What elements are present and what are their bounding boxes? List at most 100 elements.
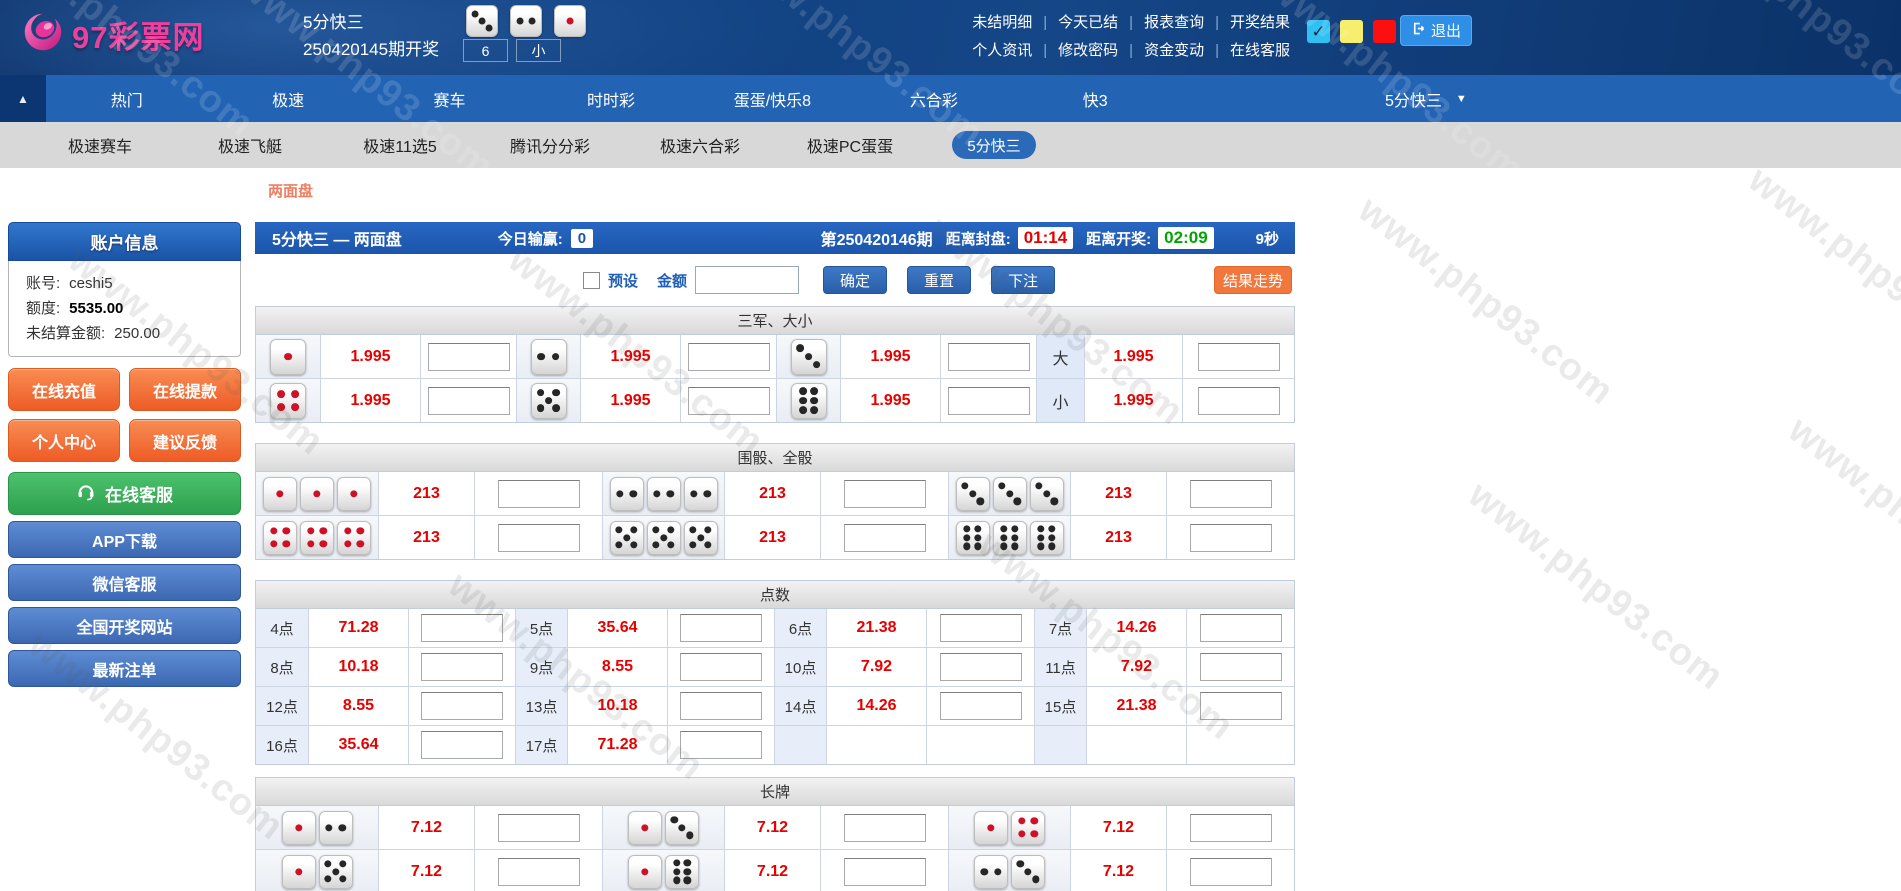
top-menu-link[interactable]: 个人资讯 (972, 42, 1032, 59)
bet-amount-input[interactable] (948, 387, 1030, 415)
bet-option[interactable]: 7点 (1034, 609, 1086, 647)
bet-amount-input[interactable] (688, 343, 770, 371)
bet-option[interactable] (516, 379, 580, 422)
nav-item[interactable]: 赛车 (369, 75, 530, 122)
site-logo[interactable]: 97彩票网 (20, 9, 204, 60)
bet-amount-input[interactable] (844, 858, 926, 886)
bet-option[interactable]: 4点 (256, 609, 308, 647)
bet-option[interactable]: 13点 (515, 687, 567, 725)
bet-amount-input[interactable] (1200, 692, 1282, 720)
bet-amount-input[interactable] (680, 653, 762, 681)
bet-option[interactable]: 10点 (774, 648, 826, 686)
sidebar-button[interactable]: 个人中心 (8, 419, 120, 462)
top-menu-link[interactable]: 报表查询 (1144, 14, 1204, 31)
nav-item[interactable]: 六合彩 (853, 75, 1014, 122)
bet-option[interactable] (602, 516, 724, 559)
bet-option[interactable] (256, 472, 378, 515)
bet-option[interactable]: 17点 (515, 726, 567, 764)
subnav-item[interactable]: 极速11选5 (325, 133, 475, 157)
subnav-item[interactable]: 腾讯分分彩 (475, 133, 625, 157)
bet-option[interactable]: 15点 (1034, 687, 1086, 725)
bet-option[interactable] (256, 379, 320, 422)
sidebar-button[interactable]: 在线提款 (129, 368, 241, 411)
bet-amount-input[interactable] (680, 614, 762, 642)
subnav-item[interactable]: 极速PC蛋蛋 (775, 133, 925, 157)
bet-amount-input[interactable] (680, 692, 762, 720)
nav-item[interactable]: 极速 (207, 75, 368, 122)
bet-amount-input[interactable] (844, 814, 926, 842)
bet-amount-input[interactable] (1190, 480, 1272, 508)
bet-amount-input[interactable] (1190, 524, 1272, 552)
bet-option[interactable] (948, 516, 1070, 559)
bet-amount-input[interactable] (421, 614, 503, 642)
subnav-item[interactable]: 极速飞艇 (175, 133, 325, 157)
bet-option[interactable]: 12点 (256, 687, 308, 725)
bet-amount-input[interactable] (498, 524, 580, 552)
bet-option[interactable] (256, 806, 378, 849)
theme-swatch-2[interactable] (1373, 20, 1396, 43)
sub-nav-active-tab[interactable]: 5分快三 (952, 131, 1036, 159)
top-menu-link[interactable]: 今天已结 (1058, 14, 1118, 31)
confirm-button[interactable]: 确定 (823, 266, 887, 294)
sidebar-button[interactable]: 在线充值 (8, 368, 120, 411)
top-menu-link[interactable]: 修改密码 (1058, 42, 1118, 59)
bet-amount-input[interactable] (1200, 614, 1282, 642)
collapse-arrow-button[interactable]: ▲ (0, 75, 46, 122)
sidebar-button[interactable]: 全国开奖网站 (8, 607, 241, 644)
bet-option[interactable] (602, 472, 724, 515)
subnav-item[interactable]: 极速赛车 (25, 133, 175, 157)
bet-amount-input[interactable] (1198, 343, 1280, 371)
bet-amount-input[interactable] (498, 480, 580, 508)
bet-amount-input[interactable] (498, 858, 580, 886)
nav-item[interactable]: 快3 (1015, 75, 1176, 122)
preset-checkbox[interactable] (583, 272, 600, 289)
bet-option[interactable] (256, 516, 378, 559)
amount-input[interactable] (695, 266, 799, 294)
bet-amount-input[interactable] (1190, 814, 1272, 842)
top-menu-link[interactable]: 资金变动 (1144, 42, 1204, 59)
bet-option[interactable]: 大 (1036, 335, 1084, 378)
bet-option[interactable] (602, 806, 724, 849)
logout-button[interactable]: 退出 (1400, 15, 1472, 46)
sidebar-button[interactable]: APP下载 (8, 521, 241, 558)
bet-amount-input[interactable] (1190, 858, 1272, 886)
online-service-button[interactable]: 在线客服 (8, 472, 241, 515)
bet-amount-input[interactable] (1198, 387, 1280, 415)
subnav-item[interactable]: 极速六合彩 (625, 133, 775, 157)
top-menu-link[interactable]: 在线客服 (1230, 42, 1290, 59)
bet-amount-input[interactable] (940, 614, 1022, 642)
nav-item[interactable]: 热门 (46, 75, 207, 122)
current-game-dropdown[interactable]: 5分快三 ▼ (1385, 75, 1467, 122)
bet-amount-input[interactable] (421, 653, 503, 681)
reset-button[interactable]: 重置 (907, 266, 971, 294)
bet-amount-input[interactable] (421, 731, 503, 759)
sidebar-button[interactable]: 微信客服 (8, 564, 241, 601)
bet-option[interactable] (948, 806, 1070, 849)
bet-amount-input[interactable] (428, 387, 510, 415)
bet-amount-input[interactable] (940, 692, 1022, 720)
result-trend-button[interactable]: 结果走势 (1214, 266, 1292, 294)
theme-swatch-0[interactable]: ✓ (1307, 20, 1330, 43)
bet-amount-input[interactable] (1200, 653, 1282, 681)
bet-amount-input[interactable] (688, 387, 770, 415)
bet-button[interactable]: 下注 (991, 266, 1055, 294)
nav-item[interactable]: 蛋蛋/快乐8 (692, 75, 853, 122)
bet-option[interactable]: 8点 (256, 648, 308, 686)
bet-option[interactable] (948, 472, 1070, 515)
bet-option[interactable] (602, 850, 724, 891)
bet-option[interactable] (256, 335, 320, 378)
bet-option[interactable] (776, 335, 840, 378)
board-type-tab[interactable]: 两面盘 (268, 180, 313, 201)
bet-amount-input[interactable] (940, 653, 1022, 681)
bet-option[interactable]: 5点 (515, 609, 567, 647)
theme-swatch-1[interactable] (1340, 20, 1363, 43)
sidebar-button[interactable]: 最新注单 (8, 650, 241, 687)
bet-option[interactable]: 9点 (515, 648, 567, 686)
bet-amount-input[interactable] (680, 731, 762, 759)
bet-option[interactable] (256, 850, 378, 891)
bet-amount-input[interactable] (948, 343, 1030, 371)
bet-option[interactable]: 16点 (256, 726, 308, 764)
sidebar-button[interactable]: 建议反馈 (129, 419, 241, 462)
bet-amount-input[interactable] (844, 480, 926, 508)
bet-option[interactable]: 11点 (1034, 648, 1086, 686)
